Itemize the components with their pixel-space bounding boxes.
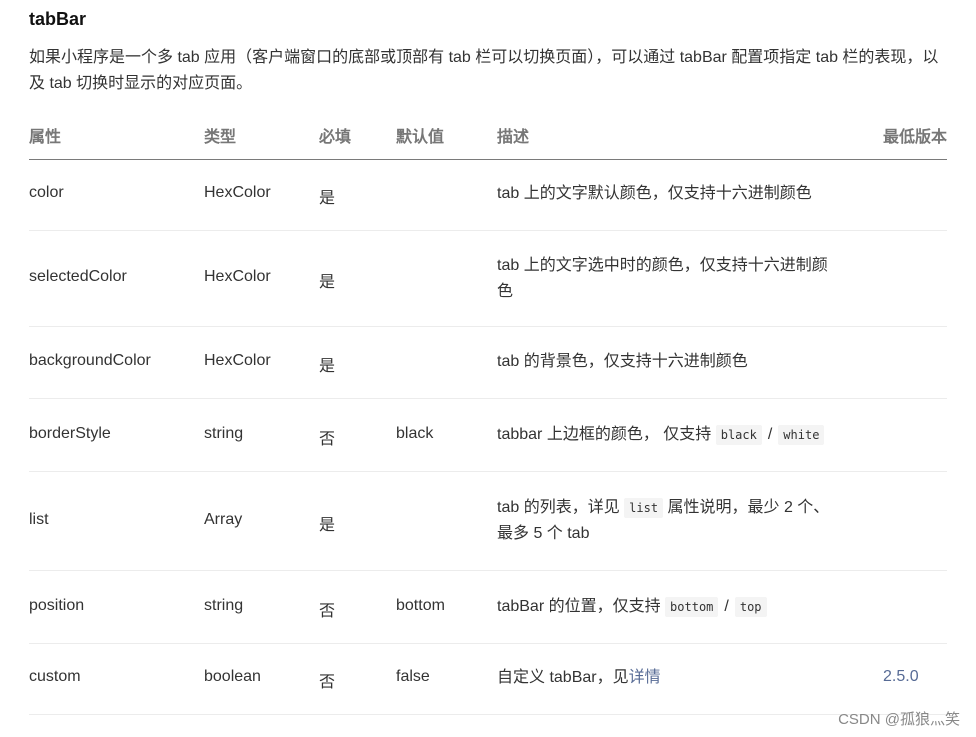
cell-version[interactable]: 2.5.0 — [883, 668, 919, 686]
cell-default: false — [396, 668, 430, 685]
cell-desc-line-1: tab 上的文字选中时的颜色，仅支持十六进制颜 — [497, 257, 828, 274]
slash-separator: / — [767, 426, 773, 443]
cell-required: 是 — [319, 274, 336, 291]
cell-desc-text: tabBar 的位置，仅支持 — [497, 598, 661, 615]
cell-type: string — [204, 425, 244, 442]
cell-required: 是 — [319, 190, 336, 207]
cell-desc: tab 的背景色，仅支持十六进制颜色 — [497, 353, 748, 370]
cell-required: 否 — [319, 603, 336, 620]
details-link[interactable]: 详情 — [629, 669, 661, 686]
cell-desc-text-post: 属性说明，最少 2 个、 — [667, 499, 830, 516]
code-white: white — [778, 425, 825, 445]
code-black: black — [715, 425, 762, 445]
header-required: 必填 — [319, 129, 352, 146]
cell-type: string — [204, 597, 244, 614]
cell-desc-text: tabbar 上边框的颜色， 仅支持 — [497, 426, 712, 443]
table-row: selectedColor HexColor 是 tab 上的文字选中时的颜色，… — [29, 231, 947, 327]
slash-separator: / — [724, 598, 729, 615]
cell-type: boolean — [204, 668, 261, 685]
cell-attr: position — [29, 597, 85, 614]
table-row: custom boolean 否 false 自定义 tabBar，见详情 2.… — [29, 644, 947, 715]
code-bottom: bottom — [665, 597, 719, 617]
table-row: position string 否 bottom tabBar 的位置，仅支持 … — [29, 571, 947, 644]
properties-table: 属性 类型 必填 默认值 描述 最低版本 color HexColor 是 ta… — [29, 110, 947, 715]
cell-required: 否 — [319, 431, 336, 448]
cell-required: 否 — [319, 674, 336, 691]
cell-attr: custom — [29, 668, 81, 685]
cell-type: HexColor — [204, 184, 271, 201]
header-desc: 描述 — [497, 129, 530, 146]
intro-line-1: 如果小程序是一个多 tab 应用（客户端窗口的底部或顶部有 tab 栏可以切换页… — [29, 49, 939, 66]
cell-attr: color — [29, 184, 64, 201]
header-type: 类型 — [204, 129, 237, 146]
cell-type: Array — [204, 511, 243, 528]
cell-desc: tab 上的文字默认颜色，仅支持十六进制颜色 — [497, 185, 812, 202]
cell-desc: tab 上的文字选中时的颜色，仅支持十六进制颜 色 — [497, 253, 837, 305]
cell-desc: tab 的列表，详见 list 属性说明，最少 2 个、 最多 5 个 tab — [497, 495, 857, 547]
cell-type: HexColor — [204, 268, 271, 285]
header-attr: 属性 — [29, 129, 62, 146]
code-list: list — [624, 498, 664, 518]
cell-type: HexColor — [204, 352, 271, 369]
code-top: top — [734, 597, 767, 617]
table-row: list Array 是 tab 的列表，详见 list 属性说明，最少 2 个… — [29, 472, 947, 571]
csdn-watermark: CSDN @孤狼灬笑 — [838, 711, 960, 728]
cell-attr: backgroundColor — [29, 352, 151, 369]
cell-required: 是 — [319, 517, 336, 534]
table-row: color HexColor 是 tab 上的文字默认颜色，仅支持十六进制颜色 — [29, 160, 947, 231]
cell-desc-line-2: 色 — [497, 283, 514, 300]
cell-attr: selectedColor — [29, 268, 127, 285]
cell-default: bottom — [396, 597, 445, 614]
table-row: borderStyle string 否 black tabbar 上边框的颜色… — [29, 399, 947, 472]
header-version: 最低版本 — [882, 129, 947, 146]
cell-attr: borderStyle — [29, 425, 111, 442]
cell-desc: 自定义 tabBar，见详情 — [497, 665, 661, 691]
intro-paragraph: 如果小程序是一个多 tab 应用（客户端窗口的底部或顶部有 tab 栏可以切换页… — [29, 45, 947, 97]
cell-desc: tabbar 上边框的颜色， 仅支持 black / white — [497, 422, 825, 448]
cell-attr: list — [29, 511, 49, 528]
cell-desc: tabBar 的位置，仅支持 bottom / top — [497, 594, 767, 620]
cell-desc-line-1: tab 的列表，详见 list 属性说明，最少 2 个、 — [497, 495, 857, 521]
table-header: 属性 类型 必填 默认值 描述 最低版本 — [29, 110, 947, 160]
cell-default: black — [396, 425, 434, 442]
intro-line-2: 及 tab 切换时显示的对应页面。 — [29, 75, 253, 92]
header-default: 默认值 — [396, 129, 445, 146]
cell-desc-text: tab 的列表，详见 — [497, 499, 620, 516]
cell-desc-line-2: 最多 5 个 tab — [497, 525, 590, 542]
table-row: backgroundColor HexColor 是 tab 的背景色，仅支持十… — [29, 327, 947, 399]
section-title: tabBar — [29, 9, 87, 29]
cell-desc-text: 自定义 tabBar，见 — [497, 669, 629, 686]
cell-required: 是 — [319, 358, 336, 375]
